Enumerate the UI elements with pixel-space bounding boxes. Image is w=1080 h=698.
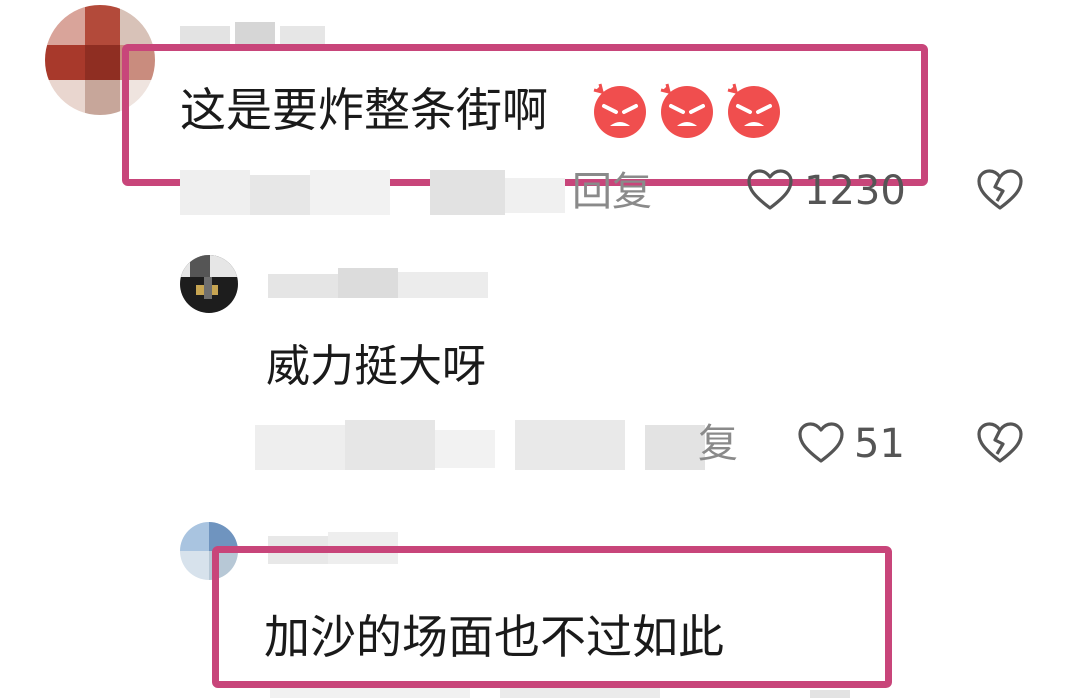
like-count: 51 bbox=[854, 421, 905, 467]
like-count: 1230 bbox=[804, 168, 906, 214]
comment-text: 威力挺大呀 bbox=[266, 341, 486, 392]
heart-outline-icon[interactable] bbox=[746, 168, 794, 212]
heart-outline-icon[interactable] bbox=[797, 421, 845, 465]
timestamp-blurred bbox=[255, 415, 725, 475]
user-avatar[interactable] bbox=[180, 255, 238, 313]
reply-link[interactable]: 复 bbox=[698, 424, 738, 464]
timestamp-blurred bbox=[180, 170, 570, 218]
comment-text: 这是要炸整条街啊 bbox=[180, 83, 548, 137]
username-blurred[interactable] bbox=[180, 18, 325, 46]
angry-face-icon bbox=[593, 83, 646, 138]
timestamp-blurred bbox=[270, 688, 1030, 698]
reply-link[interactable]: 回复 bbox=[572, 172, 652, 212]
broken-heart-icon[interactable] bbox=[976, 168, 1024, 212]
angry-face-icon bbox=[727, 83, 780, 138]
broken-heart-icon[interactable] bbox=[976, 421, 1024, 465]
username-blurred[interactable] bbox=[268, 262, 488, 306]
angry-face-icon bbox=[660, 83, 713, 138]
comment-text: 加沙的场面也不过如此 bbox=[264, 610, 724, 664]
